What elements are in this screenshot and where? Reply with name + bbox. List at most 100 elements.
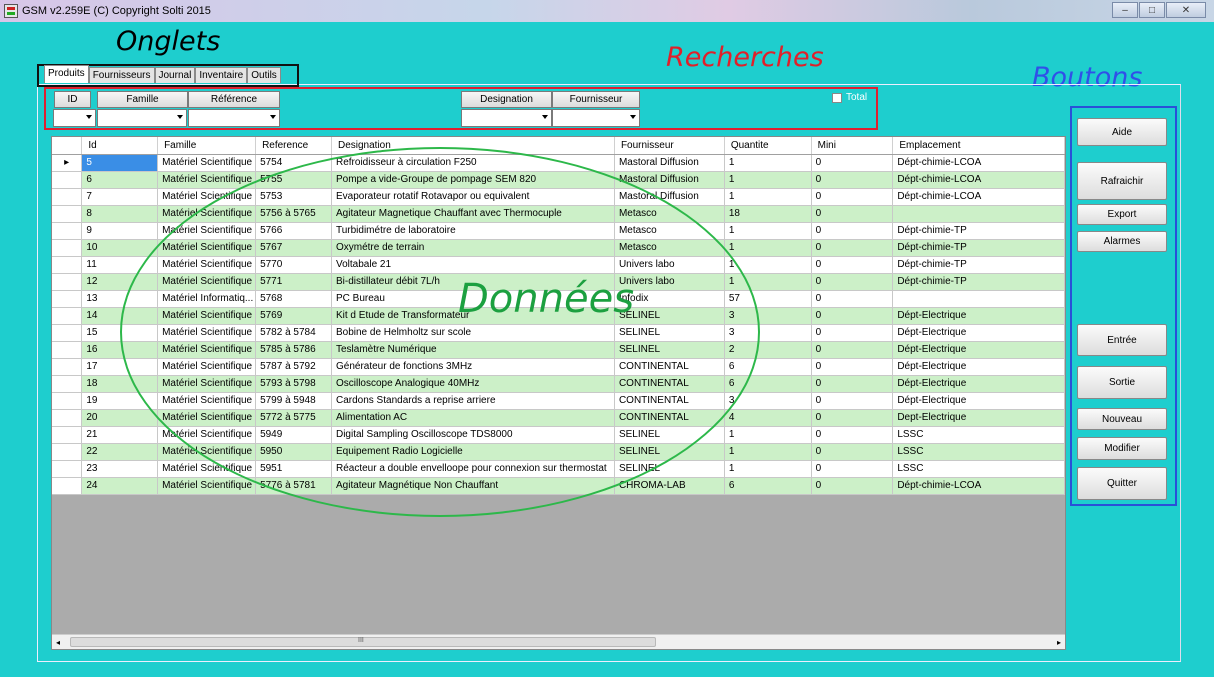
id-filter-select[interactable] (53, 109, 96, 127)
cell-famille[interactable]: Matériel Informatiq... (157, 290, 257, 308)
cell-fournisseur[interactable]: SELINEL (614, 426, 725, 444)
cell-reference[interactable]: 5766 (255, 222, 332, 240)
cell-id[interactable]: 7 (81, 188, 159, 206)
cell-id[interactable]: 22 (81, 443, 159, 461)
cell-famille[interactable]: Matériel Scientifique (157, 188, 257, 206)
cell-emplacement[interactable]: Dépt-Electrique (892, 392, 1065, 410)
table-row[interactable]: 24 Matériel Scientifique 5776 à 5781 Agitat… (52, 477, 1065, 495)
cell-reference[interactable]: 5768 (255, 290, 332, 308)
search-designation-button[interactable]: Designation (461, 91, 552, 108)
cell-designation[interactable]: Voltabale 21 (331, 256, 615, 274)
cell-famille[interactable]: Matériel Scientifique (157, 477, 257, 495)
row-header[interactable] (52, 443, 83, 461)
cell-famille[interactable]: Matériel Scientifique (157, 307, 257, 325)
cell-mini[interactable]: 0 (811, 290, 894, 308)
cell-fournisseur[interactable]: Mastoral Diffusion (614, 154, 725, 172)
cell-quantite[interactable]: 6 (724, 375, 812, 393)
cell-quantite[interactable]: 6 (724, 358, 812, 376)
cell-reference[interactable]: 5776 à 5781 (255, 477, 332, 495)
table-row[interactable]: 19 Matériel Scientifique 5799 à 5948 Cardon… (52, 392, 1065, 410)
cell-fournisseur[interactable]: Metasco (614, 205, 725, 223)
cell-emplacement[interactable]: Dépt-Electrique (892, 307, 1065, 325)
cell-mini[interactable]: 0 (811, 409, 894, 427)
cell-reference[interactable]: 5782 à 5784 (255, 324, 332, 342)
cell-mini[interactable]: 0 (811, 188, 894, 206)
cell-reference[interactable]: 5950 (255, 443, 332, 461)
table-row[interactable]: 20 Matériel Scientifique 5772 à 5775 Alimen… (52, 409, 1065, 427)
cell-reference[interactable]: 5787 à 5792 (255, 358, 332, 376)
row-header[interactable]: ▸ (52, 154, 83, 172)
tab-outils[interactable]: Outils (247, 67, 281, 83)
scroll-right-icon[interactable]: ▸ (1057, 638, 1061, 647)
cell-famille[interactable]: Matériel Scientifique (157, 392, 257, 410)
cell-id[interactable]: 13 (81, 290, 159, 308)
cell-designation[interactable]: Oxymétre de terrain (331, 239, 615, 257)
aide-button[interactable]: Aide (1077, 118, 1167, 146)
cell-fournisseur[interactable]: CONTINENTAL (614, 375, 725, 393)
cell-reference[interactable]: 5767 (255, 239, 332, 257)
cell-famille[interactable]: Matériel Scientifique (157, 222, 257, 240)
close-button[interactable]: ✕ (1166, 2, 1206, 18)
table-row[interactable]: 6 Matériel Scientifique 5755 Pompe a vide-G… (52, 171, 1065, 189)
cell-emplacement[interactable]: Dépt-chimie-LCOA (892, 154, 1065, 172)
cell-designation[interactable]: Générateur de fonctions 3MHz (331, 358, 615, 376)
reference-filter-select[interactable] (188, 109, 280, 127)
designation-filter-select[interactable] (461, 109, 552, 127)
cell-mini[interactable]: 0 (811, 222, 894, 240)
cell-quantite[interactable]: 3 (724, 307, 812, 325)
cell-quantite[interactable]: 57 (724, 290, 812, 308)
cell-quantite[interactable]: 1 (724, 171, 812, 189)
cell-designation[interactable]: Equipement Radio Logicielle (331, 443, 615, 461)
row-header[interactable] (52, 171, 83, 189)
cell-famille[interactable]: Matériel Scientifique (157, 375, 257, 393)
tab-produits[interactable]: Produits (44, 65, 89, 83)
cell-id[interactable]: 6 (81, 171, 159, 189)
cell-emplacement[interactable]: Dept-Electrique (892, 409, 1065, 427)
cell-famille[interactable]: Matériel Scientifique (157, 341, 257, 359)
column-header-fournisseur[interactable]: Fournisseur (614, 137, 725, 155)
cell-fournisseur[interactable]: Mastoral Diffusion (614, 188, 725, 206)
column-header-designation[interactable]: Designation (331, 137, 615, 155)
cell-id[interactable]: 12 (81, 273, 159, 291)
cell-fournisseur[interactable]: Univers labo (614, 256, 725, 274)
cell-reference[interactable]: 5755 (255, 171, 332, 189)
cell-quantite[interactable]: 1 (724, 239, 812, 257)
cell-id[interactable]: 17 (81, 358, 159, 376)
cell-mini[interactable]: 0 (811, 426, 894, 444)
cell-reference[interactable]: 5754 (255, 154, 332, 172)
cell-id[interactable]: 23 (81, 460, 159, 478)
cell-quantite[interactable]: 1 (724, 460, 812, 478)
search-reference-button[interactable]: Référence (188, 91, 280, 108)
cell-emplacement[interactable] (892, 290, 1065, 308)
search-famille-button[interactable]: Famille (97, 91, 188, 108)
column-header-emplacement[interactable]: Emplacement (892, 137, 1065, 155)
data-grid[interactable]: Id Famille Reference Designation Fournis… (51, 136, 1066, 650)
cell-emplacement[interactable]: Dépt-chimie-LCOA (892, 477, 1065, 495)
cell-quantite[interactable]: 1 (724, 188, 812, 206)
cell-quantite[interactable]: 1 (724, 443, 812, 461)
cell-fournisseur[interactable]: CHROMA-LAB (614, 477, 725, 495)
cell-fournisseur[interactable]: SELINEL (614, 443, 725, 461)
export-button[interactable]: Export (1077, 204, 1167, 225)
row-header[interactable] (52, 222, 83, 240)
cell-famille[interactable]: Matériel Scientifique (157, 324, 257, 342)
cell-quantite[interactable]: 6 (724, 477, 812, 495)
cell-famille[interactable]: Matériel Scientifique (157, 426, 257, 444)
cell-designation[interactable]: Oscilloscope Analogique 40MHz (331, 375, 615, 393)
row-header[interactable] (52, 205, 83, 223)
row-header[interactable] (52, 239, 83, 257)
table-row[interactable]: 17 Matériel Scientifique 5787 à 5792 Généra… (52, 358, 1065, 376)
search-id-button[interactable]: ID (54, 91, 91, 108)
cell-id[interactable]: 24 (81, 477, 159, 495)
cell-quantite[interactable]: 2 (724, 341, 812, 359)
cell-mini[interactable]: 0 (811, 256, 894, 274)
cell-famille[interactable]: Matériel Scientifique (157, 256, 257, 274)
cell-emplacement[interactable]: Dépt-Electrique (892, 358, 1065, 376)
tab-fournisseurs[interactable]: Fournisseurs (88, 67, 155, 83)
cell-reference[interactable]: 5770 (255, 256, 332, 274)
cell-mini[interactable]: 0 (811, 477, 894, 495)
cell-quantite[interactable]: 1 (724, 154, 812, 172)
cell-reference[interactable]: 5785 à 5786 (255, 341, 332, 359)
cell-emplacement[interactable]: Dépt-chimie-TP (892, 222, 1065, 240)
cell-designation[interactable]: Teslamètre Numérique (331, 341, 615, 359)
